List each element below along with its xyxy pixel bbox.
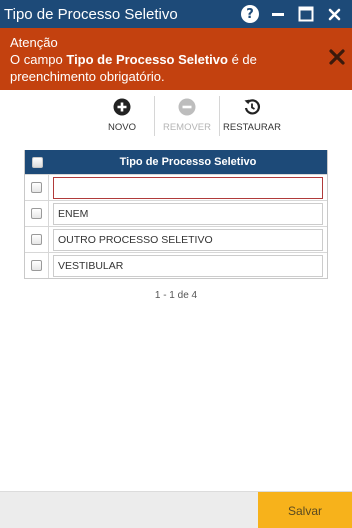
selection-grid: Tipo de Processo Seletivo	[24, 150, 328, 279]
alert-message-line2: preenchimento obrigatório.	[10, 69, 165, 84]
save-button[interactable]: Salvar	[258, 492, 352, 528]
process-type-field[interactable]	[53, 202, 323, 225]
restore-label: RESTAURAR	[223, 122, 281, 133]
alert-message-suffix: é de	[227, 52, 257, 67]
help-button[interactable]: ?	[236, 0, 264, 28]
process-type-field[interactable]	[53, 254, 323, 277]
minus-circle-icon	[178, 98, 196, 116]
table-row	[25, 174, 327, 200]
help-icon: ?	[241, 5, 259, 23]
row-checkbox[interactable]	[31, 208, 42, 219]
maximize-icon	[298, 6, 314, 22]
restore-icon	[244, 99, 260, 115]
row-checkbox[interactable]	[31, 182, 42, 193]
table-row	[25, 200, 327, 226]
table-row	[25, 226, 327, 252]
plus-circle-icon	[113, 98, 131, 116]
minimize-button[interactable]	[264, 0, 292, 28]
process-type-field[interactable]	[53, 176, 323, 199]
new-label: NOVO	[108, 122, 136, 133]
remove-label: REMOVER	[162, 122, 212, 133]
window-title: Tipo de Processo Seletivo	[4, 5, 178, 23]
new-button[interactable]: NOVO	[90, 96, 154, 138]
grid-header-label: Tipo de Processo Seletivo	[119, 156, 257, 168]
close-icon	[328, 8, 340, 20]
process-type-field[interactable]	[53, 228, 323, 251]
minimize-icon	[272, 13, 284, 16]
alert-heading: Atenção	[10, 35, 58, 50]
table-row	[25, 252, 327, 278]
alert-message-prefix: O campo	[10, 52, 67, 67]
restore-button[interactable]: RESTAURAR	[220, 96, 284, 138]
grid-toolbar: NOVO REMOVER RESTAURAR	[90, 96, 284, 138]
row-checkbox[interactable]	[31, 260, 42, 271]
alert-close-icon[interactable]	[328, 48, 346, 66]
pager-info: 1 - 1 de 4	[154, 290, 198, 301]
window-titlebar: Tipo de Processo Seletivo ?	[0, 0, 352, 28]
validation-alert: Atenção O campo Tipo de Processo Seletiv…	[0, 28, 352, 90]
grid-header: Tipo de Processo Seletivo	[25, 150, 327, 174]
row-checkbox[interactable]	[31, 234, 42, 245]
maximize-button[interactable]	[292, 0, 320, 28]
close-window-button[interactable]	[320, 0, 348, 28]
remove-button[interactable]: REMOVER	[155, 96, 219, 138]
alert-message-field: Tipo de Processo Seletivo	[66, 52, 228, 67]
footer-bar: Salvar	[0, 491, 352, 528]
alert-message: O campo Tipo de Processo Seletivo é de	[10, 51, 322, 68]
select-all-checkbox[interactable]	[31, 156, 43, 168]
